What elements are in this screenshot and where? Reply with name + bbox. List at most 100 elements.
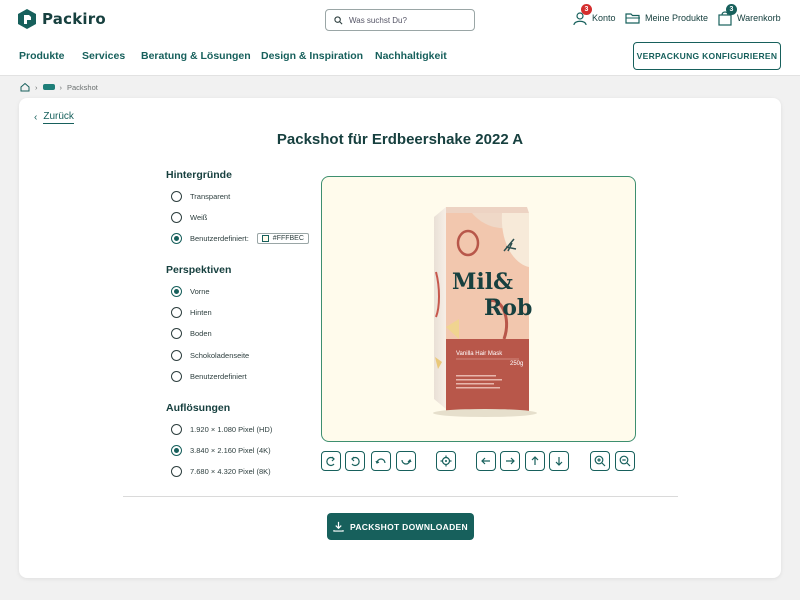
- packiro-logo-icon: [18, 9, 36, 29]
- option-label: Boden: [190, 329, 212, 338]
- option-label: 7.680 × 4.320 Pixel (8K): [190, 467, 271, 476]
- rotate-right-icon: [351, 456, 360, 467]
- option-label: 3.840 × 2.160 Pixel (4K): [190, 446, 271, 455]
- back-label: Zurück: [43, 111, 74, 124]
- packshot-card: ‹ Zurück Packshot für Erdbeershake 2022 …: [19, 98, 781, 578]
- move-down-button[interactable]: [549, 451, 569, 471]
- breadcrumb: › › Packshot: [20, 81, 98, 93]
- rotate-right-button[interactable]: [345, 451, 365, 471]
- arrow-right-icon: [506, 457, 515, 465]
- tilt-forward-button[interactable]: [371, 451, 391, 471]
- radio-button[interactable]: [171, 307, 182, 318]
- resolutions-title: Auflösungen: [166, 402, 231, 414]
- perspective-option-front[interactable]: Vorne: [171, 286, 210, 297]
- option-label: Weiß: [190, 213, 208, 222]
- bag-icon: 3: [717, 4, 737, 26]
- download-packshot-button[interactable]: PACKSHOT DOWNLOADEN: [327, 513, 474, 540]
- back-link[interactable]: ‹ Zurück: [34, 111, 74, 124]
- rotate-left-button[interactable]: [321, 451, 341, 471]
- radio-button[interactable]: [171, 466, 182, 477]
- breadcrumb-project-pill[interactable]: [42, 84, 55, 90]
- center-icon: [440, 455, 452, 467]
- cart-badge: 3: [726, 4, 737, 15]
- option-label: Hinten: [190, 308, 212, 317]
- option-label: Transparent: [190, 192, 231, 201]
- pouch-variant: Vanilla Hair Mask: [456, 351, 503, 357]
- user-icon: 3: [572, 4, 592, 26]
- my-products-label: Meine Produkte: [645, 13, 709, 23]
- perspective-option-bottom[interactable]: Boden: [171, 328, 212, 339]
- download-icon: [333, 521, 344, 532]
- pouch-weight: 250g: [510, 361, 523, 367]
- packshot-preview[interactable]: Mil& Rob Vanilla Hair Mask 250g: [321, 176, 636, 442]
- account-badge: 3: [581, 4, 592, 15]
- perspective-option-best-side[interactable]: Schokoladenseite: [171, 350, 249, 361]
- search-input[interactable]: [349, 15, 469, 25]
- configure-packaging-button[interactable]: VERPACKUNG KONFIGURIEREN: [633, 42, 781, 70]
- main-nav: Produkte Services Beratung & Lösungen De…: [0, 40, 800, 76]
- product-pouch-image: Mil& Rob Vanilla Hair Mask 250g: [433, 207, 537, 417]
- option-label: Vorne: [190, 287, 210, 296]
- center-button[interactable]: [436, 451, 456, 471]
- radio-button-selected[interactable]: [171, 445, 182, 456]
- option-label: Schokoladenseite: [190, 351, 250, 360]
- radio-button-selected[interactable]: [171, 286, 182, 297]
- option-label: Benutzerdefiniert:: [190, 234, 249, 243]
- pouch-brand-line-1: Mil&: [452, 269, 513, 295]
- nav-item-design[interactable]: Design & Inspiration: [261, 50, 363, 62]
- arrow-down-icon: [555, 457, 563, 466]
- resolution-option-8k[interactable]: 7.680 × 4.320 Pixel (8K): [171, 466, 271, 477]
- divider: [123, 496, 678, 497]
- perspective-option-custom[interactable]: Benutzerdefiniert: [171, 371, 247, 382]
- zoom-out-button[interactable]: [615, 451, 635, 471]
- move-right-button[interactable]: [500, 451, 520, 471]
- move-up-button[interactable]: [525, 451, 545, 471]
- radio-button[interactable]: [171, 191, 182, 202]
- zoom-in-button[interactable]: [590, 451, 610, 471]
- chevron-left-icon: ‹: [34, 112, 38, 123]
- custom-color-value: #FFFBEC: [272, 235, 304, 242]
- arrow-left-icon: [481, 457, 490, 465]
- zoom-out-icon: [619, 455, 631, 467]
- account-label: Konto: [592, 13, 616, 23]
- cart-link[interactable]: 3 Warenkorb: [717, 4, 781, 26]
- breadcrumb-current: Packshot: [67, 82, 98, 92]
- tilt-forward-icon: [375, 458, 386, 464]
- cart-label: Warenkorb: [737, 13, 781, 23]
- nav-item-nachhaltigkeit[interactable]: Nachhaltigkeit: [375, 50, 447, 62]
- rotate-left-icon: [326, 456, 335, 467]
- my-products-link[interactable]: Meine Produkte: [625, 10, 708, 26]
- radio-button[interactable]: [171, 350, 182, 361]
- radio-button[interactable]: [171, 212, 182, 223]
- resolution-option-hd[interactable]: 1.920 × 1.080 Pixel (HD): [171, 424, 272, 435]
- home-icon[interactable]: [20, 82, 30, 92]
- background-option-white[interactable]: Weiß: [171, 212, 207, 223]
- nav-item-services[interactable]: Services: [82, 50, 125, 62]
- account-link[interactable]: 3 Konto: [572, 4, 616, 26]
- perspective-option-back[interactable]: Hinten: [171, 307, 212, 318]
- search-icon: [334, 15, 343, 24]
- tilt-back-button[interactable]: [396, 451, 416, 471]
- search-box[interactable]: [325, 9, 475, 31]
- top-bar: Packiro 3 Konto Meine Produkte 3 Warenko…: [0, 0, 800, 40]
- logo[interactable]: Packiro: [18, 9, 106, 29]
- radio-button-selected[interactable]: [171, 233, 182, 244]
- background-option-custom[interactable]: Benutzerdefiniert: #FFFBEC: [171, 233, 309, 244]
- color-swatch[interactable]: [261, 235, 269, 242]
- move-left-button[interactable]: [476, 451, 496, 471]
- resolution-option-4k[interactable]: 3.840 × 2.160 Pixel (4K): [171, 445, 271, 456]
- radio-button[interactable]: [171, 328, 182, 339]
- option-label: 1.920 × 1.080 Pixel (HD): [190, 425, 273, 434]
- radio-button[interactable]: [171, 424, 182, 435]
- brand-name: Packiro: [42, 10, 106, 28]
- zoom-in-icon: [594, 455, 606, 467]
- background-option-transparent[interactable]: Transparent: [171, 191, 230, 202]
- nav-item-produkte[interactable]: Produkte: [19, 50, 65, 62]
- folder-icon: [625, 10, 641, 26]
- arrow-up-icon: [531, 456, 539, 465]
- download-label: PACKSHOT DOWNLOADEN: [350, 521, 468, 532]
- backgrounds-title: Hintergründe: [166, 169, 232, 181]
- radio-button[interactable]: [171, 371, 182, 382]
- nav-item-beratung[interactable]: Beratung & Lösungen: [141, 50, 251, 62]
- custom-color-field[interactable]: #FFFBEC: [256, 233, 309, 244]
